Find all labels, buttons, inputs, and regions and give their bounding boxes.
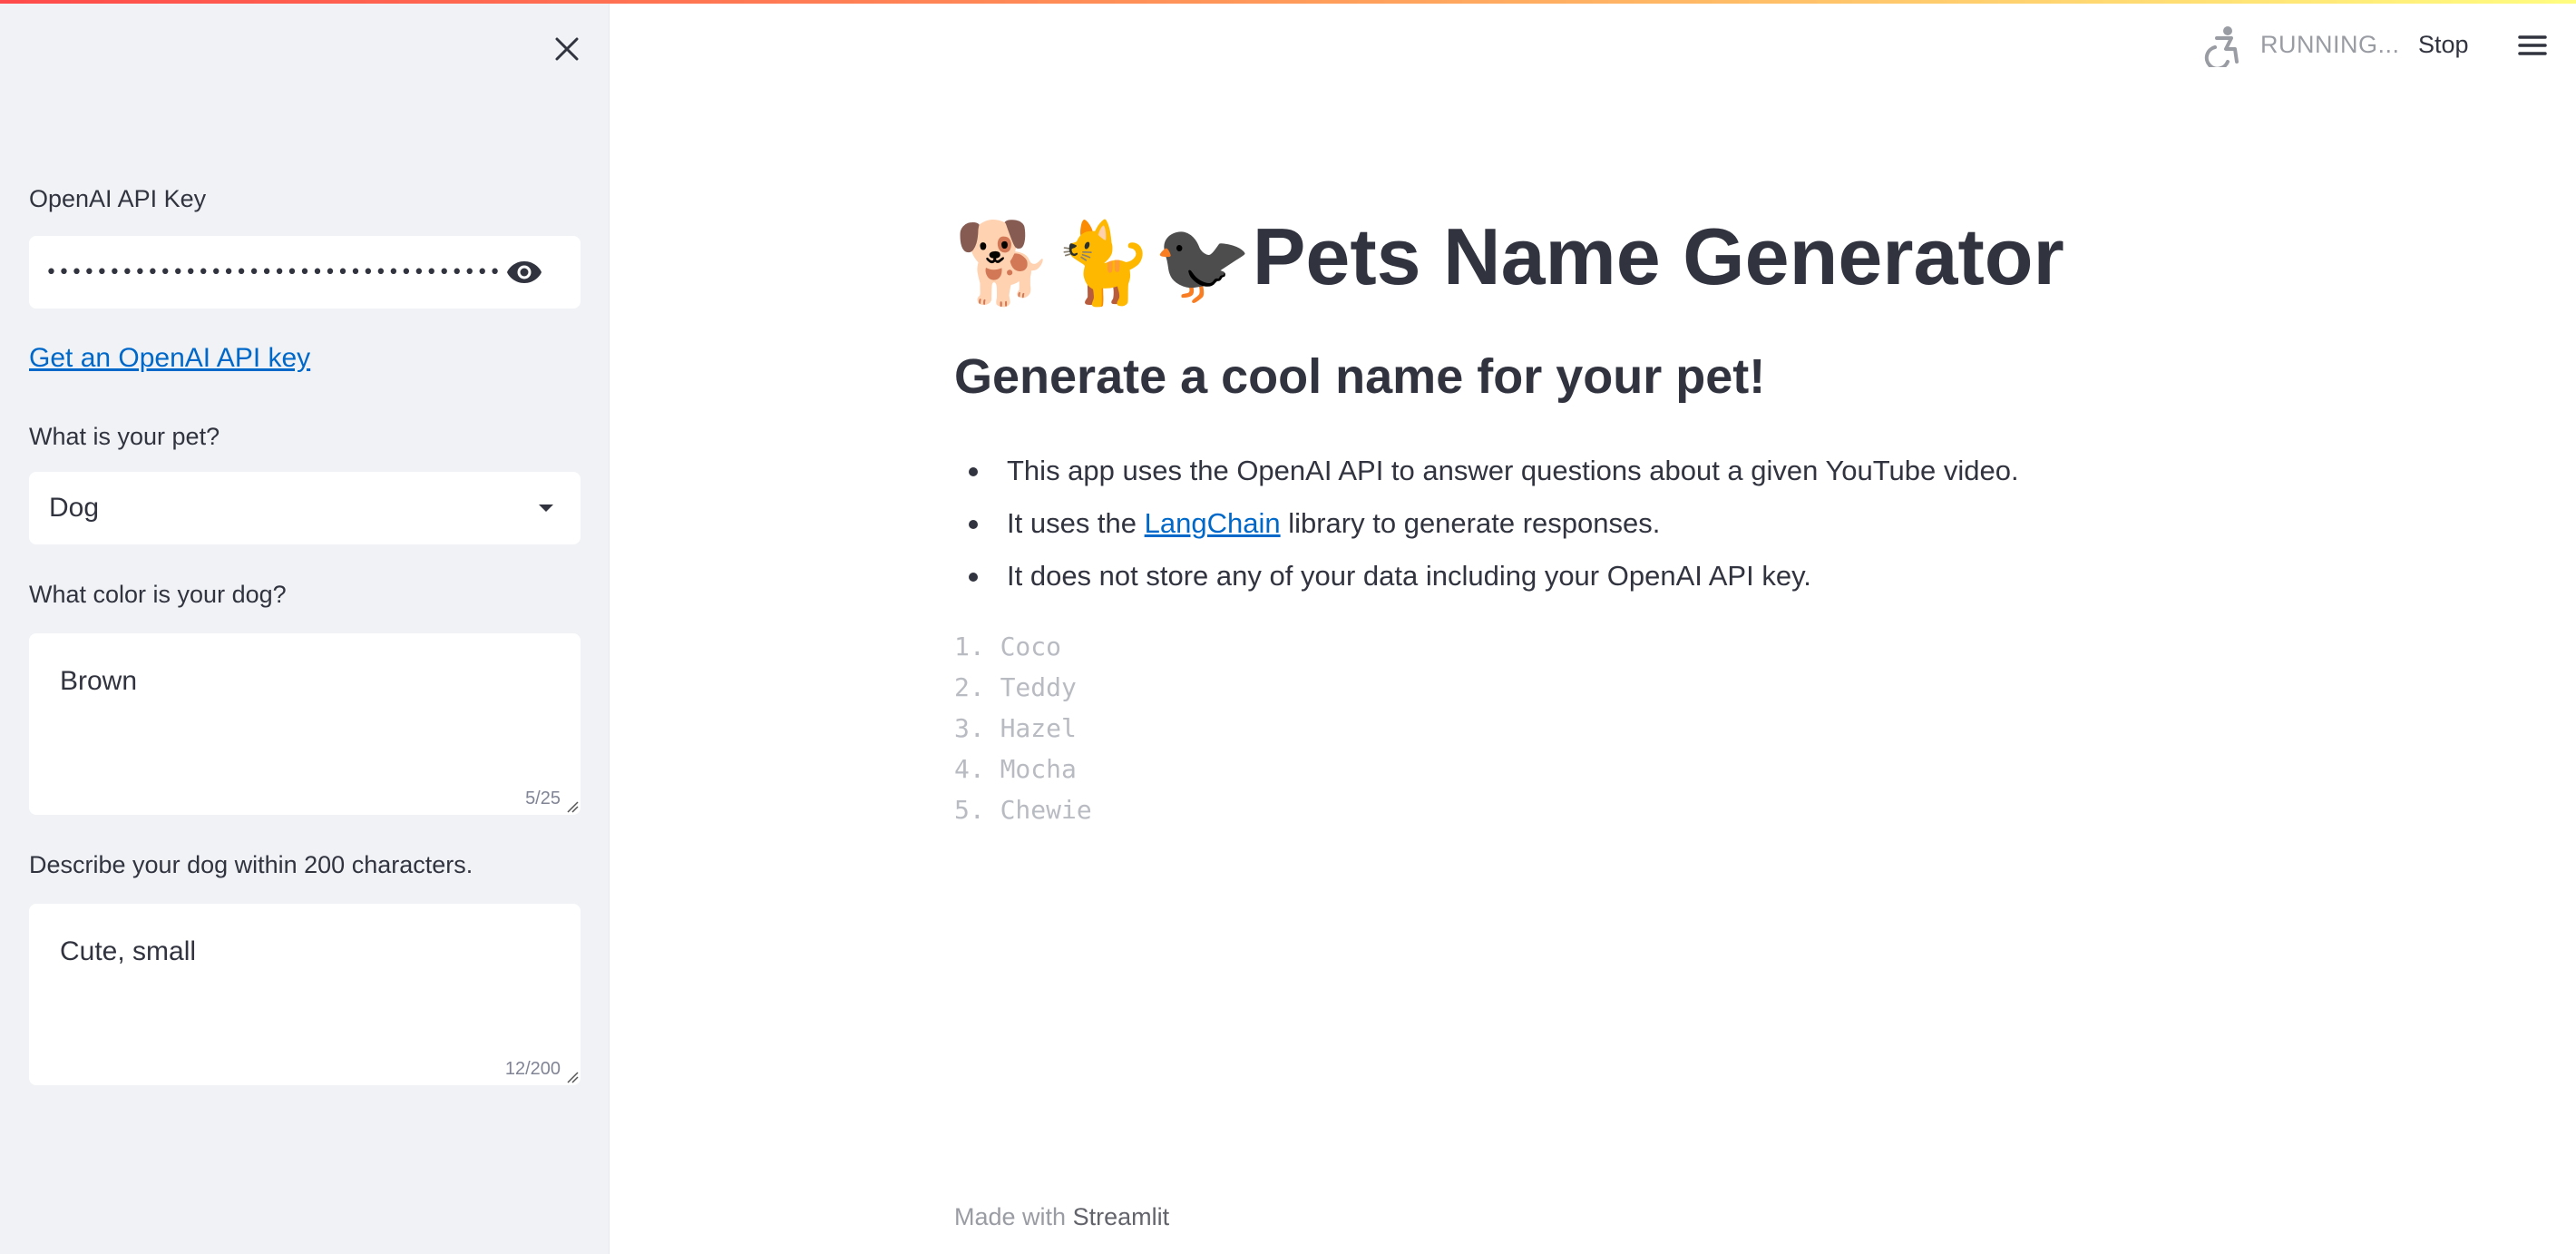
- stop-button[interactable]: Stop: [2418, 31, 2469, 59]
- name-item: 2. Teddy: [954, 672, 1077, 702]
- bullet-item: It does not store any of your data inclu…: [954, 550, 2019, 603]
- name-item: 5. Chewie: [954, 795, 1092, 825]
- pet-select-value: Dog: [49, 493, 100, 523]
- resize-grip-icon[interactable]: [566, 1071, 579, 1083]
- generated-names-list: 1. Coco 2. Teddy 3. Hazel 4. Mocha 5. Ch…: [954, 626, 1092, 830]
- bullet-item: It uses the LangChain library to generat…: [954, 497, 2019, 550]
- footer-prefix: Made with: [954, 1203, 1073, 1230]
- describe-char-counter: 12/200: [504, 1059, 561, 1079]
- pet-select[interactable]: Dog: [29, 472, 581, 544]
- bullet-text: library to generate responses.: [1280, 507, 1661, 539]
- top-decoration-bar: [0, 0, 2576, 4]
- bullet-text: It does not store any of your data inclu…: [1007, 560, 1811, 592]
- eye-icon: [507, 261, 542, 283]
- info-bullet-list: This app uses the OpenAI API to answer q…: [954, 445, 2019, 603]
- describe-field-label: Describe your dog within 200 characters.: [29, 851, 473, 878]
- running-accessibility-icon: [2204, 26, 2239, 67]
- pet-select-label: What is your pet?: [29, 423, 220, 450]
- page-subtitle: Generate a cool name for your pet!: [954, 349, 1766, 404]
- name-item: 1. Coco: [954, 632, 1062, 661]
- describe-textarea-value: Cute, small: [60, 936, 197, 966]
- bullet-item: This app uses the OpenAI API to answer q…: [954, 445, 2019, 497]
- resize-grip-icon[interactable]: [566, 800, 579, 813]
- api-key-label: OpenAI API Key: [29, 185, 207, 212]
- pet-emojis: 🐕🐈🐦‍⬛: [954, 217, 1253, 308]
- close-icon: [555, 37, 579, 61]
- hamburger-menu-icon[interactable]: [2516, 29, 2549, 62]
- streamlit-link[interactable]: Streamlit: [1073, 1203, 1170, 1230]
- bullet-text: It uses the: [1007, 507, 1145, 539]
- page-title: 🐕🐈🐦‍⬛Pets Name Generator: [954, 209, 2064, 311]
- langchain-link[interactable]: LangChain: [1145, 507, 1281, 539]
- color-field-label: What color is your dog?: [29, 581, 287, 608]
- show-password-button[interactable]: [504, 254, 544, 290]
- page-title-text: Pets Name Generator: [1252, 211, 2064, 301]
- describe-textarea[interactable]: Cute, small 12/200: [29, 904, 581, 1085]
- sidebar: OpenAI API Key •••••••••••••••••••••••••…: [0, 0, 610, 1254]
- get-api-key-link[interactable]: Get an OpenAI API key: [29, 343, 310, 374]
- color-textarea-value: Brown: [60, 666, 138, 696]
- color-char-counter: 5/25: [525, 789, 561, 808]
- name-item: 3. Hazel: [954, 713, 1077, 743]
- chevron-down-icon: [537, 499, 555, 517]
- running-status: RUNNING...: [2260, 31, 2400, 58]
- footer: Made with Streamlit: [954, 1203, 1169, 1231]
- api-key-value: ••••••••••••••••••••••••••••••••••••••••…: [45, 260, 504, 284]
- bullet-text: This app uses the OpenAI API to answer q…: [1007, 455, 2019, 486]
- api-key-input[interactable]: ••••••••••••••••••••••••••••••••••••••••…: [29, 236, 581, 309]
- close-sidebar-button[interactable]: [545, 27, 589, 71]
- color-textarea[interactable]: Brown 5/25: [29, 633, 581, 815]
- name-item: 4. Mocha: [954, 754, 1077, 784]
